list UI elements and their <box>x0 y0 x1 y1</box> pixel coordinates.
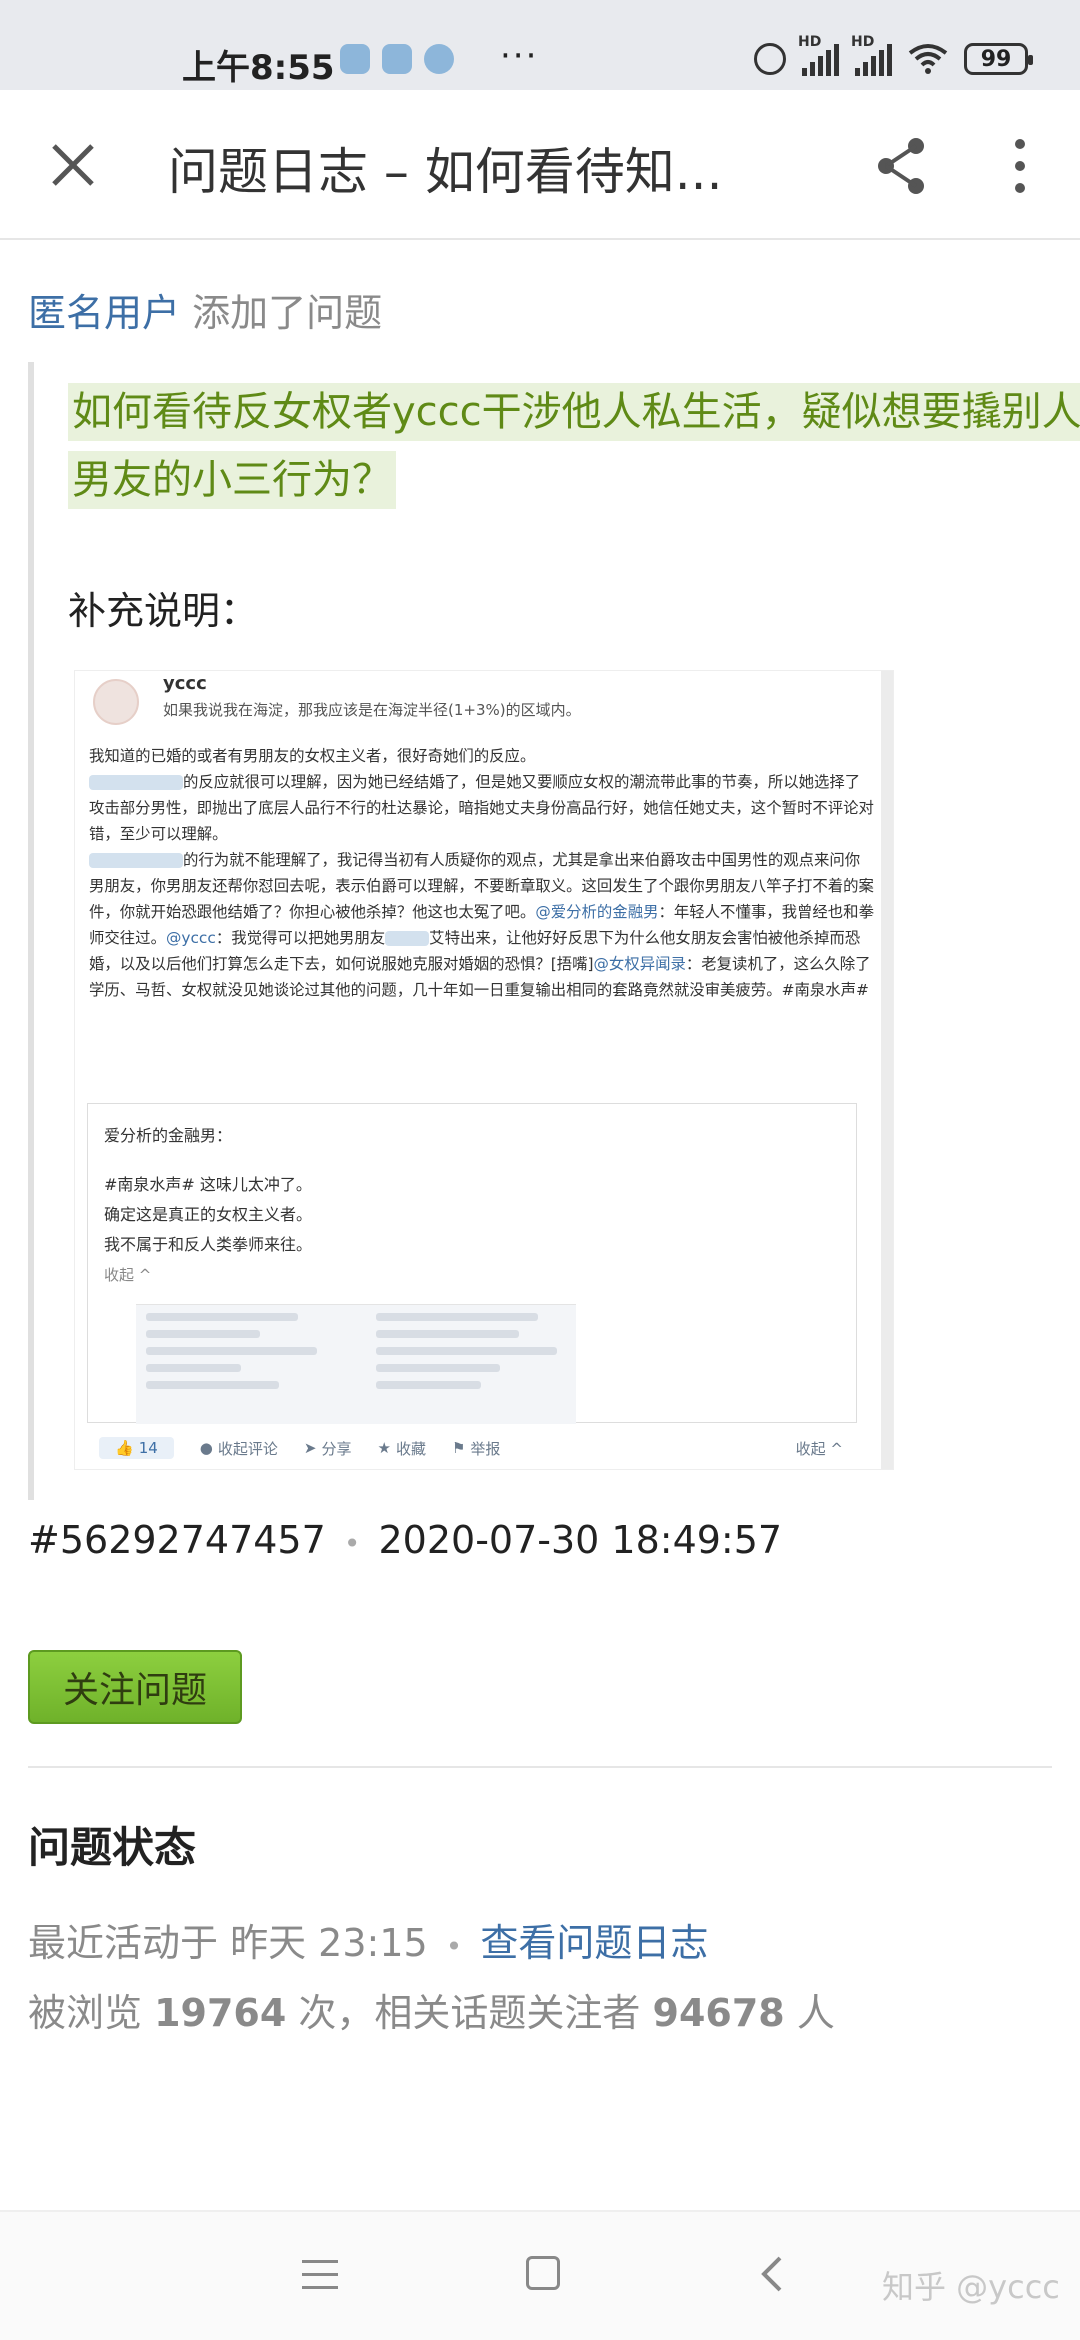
embed-author: yccc <box>163 673 207 694</box>
log-id: #56292747457 <box>28 1518 326 1562</box>
redacted-block <box>89 853 183 868</box>
embed-location: 如果我说我在海淀，那我应该是在海淀半径(1+3%)的区域内。 <box>163 701 581 719</box>
followers-count: 94678 <box>652 1991 785 2035</box>
status-indicators: HD HD 99 <box>754 34 1033 76</box>
recent-activity: 最近活动于 昨天 23:15 • 查看问题日志 <box>28 1921 709 1965</box>
embed-like: 👍 14 <box>99 1437 174 1459</box>
watermark: 知乎 @yccc <box>882 2268 1060 2306</box>
embed-paragraph: 的行为就不能理解了，我记得当初有人质疑你的观点，尤其是拿出来伯爵攻击中国男性的观… <box>89 851 874 999</box>
embed-action-bar: 👍 14 ● 收起评论 ➤ 分享 ★ 收藏 ⚑ 举报 收起 ^ <box>87 1433 857 1463</box>
star-icon: ★ <box>377 1439 391 1457</box>
home-icon[interactable] <box>526 2256 560 2290</box>
more-options-icon[interactable] <box>1000 136 1040 196</box>
battery-icon: 99 <box>964 43 1033 75</box>
view-log-link[interactable]: 查看问题日志 <box>480 1921 708 1965</box>
wifi-icon <box>908 43 948 75</box>
log-meta: #56292747457 • 2020-07-30 18:49:57 <box>28 1518 782 1562</box>
card-author: 爱分析的金融男： <box>104 1126 233 1145</box>
embedded-screenshot[interactable]: yccc 如果我说我在海淀，那我应该是在海淀半径(1+3%)的区域内。 我知道的… <box>74 670 894 1470</box>
cloud-app-icon <box>382 44 412 74</box>
question-title[interactable]: 如何看待反女权者yccc干涉他人私生活，疑似想要撬别人男友的小三行为？ <box>68 378 1080 514</box>
sync-app-icon <box>424 44 454 74</box>
status-bar: 上午8:55 ··· HD HD 99 <box>0 0 1080 90</box>
views-count: 19764 <box>154 1991 287 2035</box>
embed-fav: ★ 收藏 <box>377 1439 426 1458</box>
redacted-block <box>89 775 183 790</box>
supplement-label: 补充说明： <box>68 589 259 633</box>
signal-icon: HD <box>798 34 839 76</box>
embed-report: ⚑ 举报 <box>451 1439 501 1458</box>
card-collapse: 收起 ^ <box>104 1266 152 1284</box>
question-title-text: 如何看待反女权者yccc干涉他人私生活，疑似想要撬别人男友的小三行为？ <box>68 383 1080 509</box>
embed-paragraph: 我知道的已婚的或者有男朋友的女权主义者，很好奇她们的反应。 <box>89 747 536 765</box>
share-icon[interactable] <box>870 134 934 198</box>
log-header: 匿名用户 添加了问题 <box>28 282 382 337</box>
separator-dot: • <box>343 1527 361 1560</box>
view-stats: 被浏览 19764 次，相关话题关注者 94678 人 <box>28 1991 835 2035</box>
alarm-icon <box>754 43 786 75</box>
embed-share: ➤ 分享 <box>303 1439 352 1458</box>
back-icon[interactable] <box>754 2254 790 2294</box>
embed-body: 我知道的已婚的或者有男朋友的女权主义者，很好奇她们的反应。 的反应就很可以理解，… <box>89 743 875 1003</box>
log-action: 添加了问题 <box>192 291 383 335</box>
card-text: #南泉水声# 这味儿太冲了。 确定这是真正的女权主义者。 我不属于和反人类拳师来… <box>104 1175 313 1254</box>
thumb-up-icon: 👍 <box>115 1439 134 1457</box>
divider <box>28 1766 1052 1768</box>
question-status-heading: 问题状态 <box>28 1823 197 1872</box>
close-icon[interactable] <box>48 140 98 190</box>
separator-dot: • <box>445 1930 463 1963</box>
log-datetime: 2020-07-30 18:49:57 <box>378 1518 783 1562</box>
embed-comment: ● 收起评论 <box>199 1439 278 1458</box>
notification-icons <box>340 44 454 74</box>
redacted-block <box>385 931 430 946</box>
page-title: 问题日志 – 如何看待知... <box>168 143 723 201</box>
user-link[interactable]: 匿名用户 <box>28 291 180 335</box>
status-time: 上午8:55 <box>182 48 335 88</box>
more-notifications-icon: ··· <box>500 36 539 76</box>
chat-app-icon <box>340 44 370 74</box>
avatar <box>93 679 139 725</box>
signal-icon-2: HD <box>851 34 892 76</box>
comment-icon: ● <box>199 1439 213 1457</box>
app-bar: 问题日志 – 如何看待知... <box>0 90 1080 240</box>
flag-icon: ⚑ <box>451 1439 466 1457</box>
follow-question-button[interactable]: 关注问题 <box>28 1650 242 1724</box>
card-thumbnail <box>136 1304 576 1424</box>
system-nav-bar: 知乎 @yccc <box>0 2210 1080 2340</box>
embed-collapse: 收起 ^ <box>795 1439 843 1458</box>
share-arrow-icon: ➤ <box>303 1439 317 1457</box>
menu-icon[interactable] <box>302 2260 338 2290</box>
question-quote: 如何看待反女权者yccc干涉他人私生活，疑似想要撬别人男友的小三行为？ 补充说明… <box>28 362 1080 1500</box>
embed-paragraph: 的反应就很可以理解，因为她已经结婚了，但是她又要顺应女权的潮流带此事的节奏，所以… <box>89 773 874 843</box>
embed-comment-card: 爱分析的金融男： #南泉水声# 这味儿太冲了。 确定这是真正的女权主义者。 我不… <box>87 1103 857 1424</box>
